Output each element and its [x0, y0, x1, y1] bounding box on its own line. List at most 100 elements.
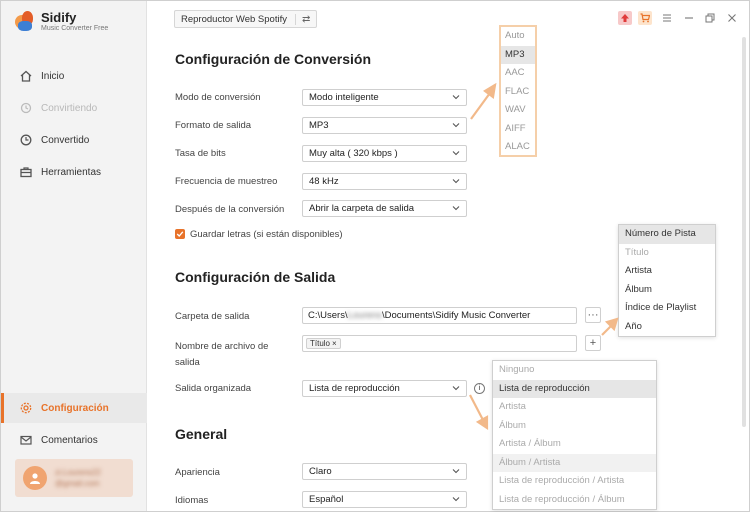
- output-filename-label: Nombre de archivo de salida: [175, 341, 269, 368]
- app-window: Sidify Music Converter Free Inicio Convi…: [0, 0, 750, 512]
- organize-option-playlist[interactable]: Lista de reproducción: [493, 379, 656, 398]
- tag-option-playlist-index[interactable]: Índice de Playlist: [619, 299, 715, 318]
- after-conversion-select[interactable]: Abrir la carpeta de salida: [302, 200, 467, 217]
- gear-icon: [19, 401, 33, 415]
- select-value: Español: [309, 494, 344, 505]
- select-value: Abrir la carpeta de salida: [309, 203, 415, 214]
- checkmark-icon: [176, 231, 184, 237]
- tag-option-album[interactable]: Álbum: [619, 281, 715, 300]
- language-label: Idiomas: [175, 495, 209, 506]
- tag-option-track-number[interactable]: Número de Pista: [619, 225, 715, 244]
- cart-icon[interactable]: [638, 11, 652, 25]
- sidebar-item-comentarios[interactable]: Comentarios: [1, 425, 147, 455]
- tag-option-title: Título: [625, 246, 649, 258]
- organize-option-album[interactable]: Álbum: [493, 417, 656, 436]
- browse-folder-button[interactable]: ···: [585, 307, 601, 323]
- chevron-down-icon: [452, 206, 460, 211]
- arrow-organized: [469, 394, 489, 431]
- sidebar-item-configuracion[interactable]: Configuración: [1, 393, 147, 423]
- organize-option-playlist-artist[interactable]: Lista de reproducción / Artista: [493, 472, 656, 491]
- general-settings-title: General: [175, 426, 228, 442]
- select-value: Modo inteligente: [309, 92, 379, 103]
- close-icon[interactable]: [725, 11, 739, 25]
- folder-path-user: Lourens: [347, 310, 382, 321]
- sidebar-item-label: Convertido: [41, 134, 90, 146]
- select-value: Muy alta ( 320 kbps ): [309, 148, 398, 159]
- organize-option-none[interactable]: Ninguno: [493, 361, 656, 380]
- more-icon: ···: [587, 309, 599, 321]
- sidebar-item-inicio[interactable]: Inicio: [1, 61, 147, 91]
- info-icon[interactable]: i: [474, 383, 485, 394]
- folder-path-prefix: C:\Users\: [308, 310, 348, 321]
- sidebar-item-label: Convirtiendo: [41, 102, 98, 114]
- format-option-aac[interactable]: AAC: [501, 64, 535, 83]
- format-option-alac[interactable]: ALAC: [501, 138, 535, 157]
- user-email: @gmail.com: [55, 479, 100, 488]
- sidify-logo-icon: [15, 11, 35, 33]
- restore-icon[interactable]: [703, 11, 717, 25]
- sample-rate-select[interactable]: 48 kHz: [302, 173, 467, 190]
- output-format-select[interactable]: MP3: [302, 117, 467, 134]
- sidebar-item-label: Herramientas: [41, 166, 102, 178]
- menu-icon[interactable]: [660, 11, 674, 25]
- bitrate-select[interactable]: Muy alta ( 320 kbps ): [302, 145, 467, 162]
- add-tag-button[interactable]: +: [585, 335, 601, 351]
- organize-option-artist-album[interactable]: Artista / Álbum: [493, 435, 656, 454]
- organize-option-album-artist[interactable]: Álbum / Artista: [493, 453, 656, 472]
- conversion-mode-label: Modo de conversión: [175, 92, 261, 103]
- title-bar: Reproductor Web Spotify ⇄: [147, 1, 749, 35]
- save-lyrics-checkbox[interactable]: [175, 229, 185, 239]
- chevron-down-icon: [452, 123, 460, 128]
- chevron-down-icon: [452, 95, 460, 100]
- output-folder-field[interactable]: C:\Users\Lourens\Documents\Sidify Music …: [302, 307, 577, 324]
- organized-output-label: Salida organizada: [175, 383, 252, 394]
- organize-option-playlist-album[interactable]: Lista de reproducción / Álbum: [493, 491, 656, 510]
- output-folder-label: Carpeta de salida: [175, 311, 250, 322]
- upgrade-icon[interactable]: [618, 11, 632, 25]
- organize-option-artist[interactable]: Artista: [493, 398, 656, 417]
- tag-option-year[interactable]: Año: [619, 318, 715, 337]
- filename-tag[interactable]: Título ×: [306, 338, 341, 349]
- app-name: Sidify: [41, 10, 77, 25]
- folder-path-suffix: \Documents\Sidify Music Converter: [381, 310, 531, 321]
- home-icon: [19, 69, 33, 83]
- format-option-flac[interactable]: FLAC: [501, 83, 535, 102]
- format-option-mp3[interactable]: MP3: [501, 45, 535, 64]
- conversion-settings-title: Configuración de Conversión: [175, 51, 372, 67]
- format-option-aiff[interactable]: AIFF: [501, 120, 535, 139]
- tag-option-artist[interactable]: Artista: [619, 262, 715, 281]
- remove-tag-icon[interactable]: ×: [332, 339, 337, 348]
- select-value: MP3: [309, 120, 329, 131]
- conversion-mode-select[interactable]: Modo inteligente: [302, 89, 467, 106]
- chevron-down-icon: [452, 151, 460, 156]
- filename-tag-dropdown: Número de Pista Título Artista Álbum Índ…: [618, 224, 716, 337]
- scrollbar-thumb[interactable]: [742, 37, 746, 427]
- after-conversion-label: Después de la conversión: [175, 204, 285, 215]
- sidebar-item-label: Configuración: [41, 402, 109, 414]
- language-select[interactable]: Español: [302, 491, 467, 508]
- sidebar-item-convertido[interactable]: Convertido: [1, 125, 147, 155]
- sample-rate-label: Frecuencia de muestreo: [175, 176, 278, 187]
- music-source-button[interactable]: Reproductor Web Spotify ⇄: [174, 10, 318, 28]
- sidebar-item-label: Inicio: [41, 70, 65, 82]
- sidebar-item-herramientas[interactable]: Herramientas: [1, 157, 147, 187]
- minimize-icon[interactable]: [682, 11, 696, 25]
- output-filename-field[interactable]: Título ×: [302, 335, 577, 352]
- arrow-format: [470, 82, 497, 120]
- format-option-auto[interactable]: Auto: [501, 27, 535, 46]
- organized-output-select[interactable]: Lista de reproducción: [302, 380, 467, 397]
- format-option-wav[interactable]: WAV: [501, 101, 535, 120]
- chevron-down-icon: [452, 386, 460, 391]
- sidebar-item-label: Comentarios: [41, 434, 98, 446]
- plus-icon: +: [589, 337, 597, 349]
- output-format-label: Formato de salida: [175, 120, 252, 131]
- appearance-select[interactable]: Claro: [302, 463, 467, 480]
- music-source-label: Reproductor Web Spotify: [181, 13, 287, 25]
- sidebar-item-convirtiendo[interactable]: Convirtiendo: [1, 93, 147, 123]
- toolbox-icon: [19, 165, 33, 179]
- select-value: 48 kHz: [309, 176, 339, 187]
- save-lyrics-label: Guardar letras (si están disponibles): [190, 229, 343, 240]
- chevron-down-icon: [452, 179, 460, 184]
- swap-icon: ⇄: [294, 13, 310, 25]
- user-account-card[interactable]: zi.Lourens22 @gmail.com: [15, 459, 133, 497]
